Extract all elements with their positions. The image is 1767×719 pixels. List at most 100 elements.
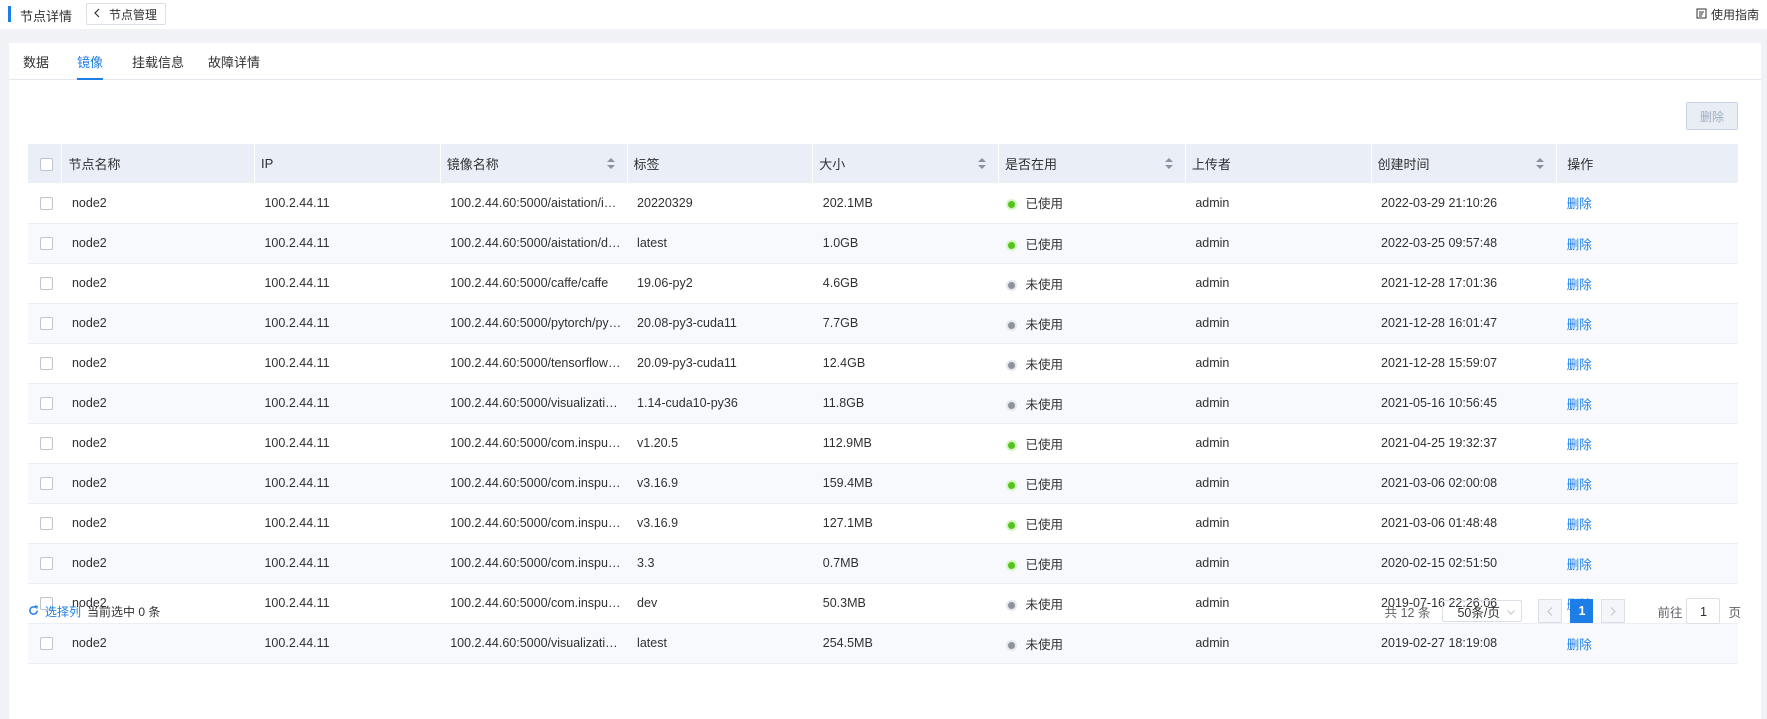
col-size[interactable]: 大小 (812, 144, 999, 183)
back-button-label: 节点管理 (109, 7, 158, 22)
cell-in-use: 已使用 (998, 423, 1185, 463)
row-delete-link[interactable]: 删除 (1567, 318, 1592, 332)
status-text: 未使用 (1025, 357, 1063, 372)
col-in-use[interactable]: 是否在用 (998, 144, 1186, 183)
row-delete-link[interactable]: 删除 (1567, 197, 1592, 211)
batch-delete-button[interactable]: 删除 (1686, 102, 1738, 130)
row-delete-link[interactable]: 删除 (1567, 398, 1592, 412)
cell-in-use: 已使用 (998, 503, 1185, 543)
row-checkbox[interactable] (40, 317, 53, 331)
goto-page-input[interactable] (1686, 598, 1721, 624)
cell-tag: latest (637, 636, 667, 650)
status-text: 已使用 (1025, 557, 1063, 572)
cell-tag: v3.16.9 (637, 476, 679, 490)
row-delete-link[interactable]: 删除 (1567, 278, 1592, 292)
sort-icon[interactable] (1164, 158, 1173, 169)
row-checkbox-cell (28, 263, 62, 303)
page-unit-label: 页 (1728, 605, 1741, 620)
row-checkbox-cell (28, 423, 62, 463)
table-row[interactable]: node2 100.2.44.11 100.2.44.60:5000/caffe/c… (28, 263, 1738, 303)
row-checkbox[interactable] (40, 357, 53, 371)
row-checkbox[interactable] (40, 477, 53, 491)
col-ip: IP (254, 144, 441, 183)
table-row[interactable]: node2 100.2.44.11 100.2.44.60:5000/visuali… (28, 383, 1738, 423)
total-count: 共 12 条 (1384, 605, 1431, 620)
status-text: 已使用 (1025, 437, 1063, 452)
guide-label: 使用指南 (1710, 8, 1759, 22)
tab-data[interactable]: 数据 (23, 52, 49, 80)
table-row[interactable]: node2 100.2.44.11 100.2.44.60:5000/aistati… (28, 223, 1738, 263)
page-size-select[interactable]: 50条/页 (1442, 600, 1523, 622)
guide-link[interactable]: 使用指南 (1696, 6, 1759, 23)
cell-uploader: admin (1195, 516, 1230, 530)
table-row[interactable]: node2 100.2.44.11 100.2.44.60:5000/aistati… (28, 183, 1738, 223)
table-row[interactable]: node2 100.2.44.11 100.2.44.60:5000/com.ins… (28, 423, 1738, 463)
sort-icon[interactable] (977, 158, 986, 169)
cell-size: 1.0GB (822, 236, 859, 250)
main-panel: 数据 镜像 挂载信息 故障详情 删除 节点名称 IP 镜像名称 标签 大小 是否… (9, 43, 1761, 719)
row-checkbox[interactable] (40, 517, 53, 531)
status-text: 未使用 (1025, 597, 1063, 612)
cell-actions: 删除 (1557, 303, 1738, 343)
cell-created: 2021-12-28 15:59:07 (1381, 356, 1498, 370)
row-delete-link[interactable]: 删除 (1567, 558, 1592, 572)
page-number-current[interactable]: 1 (1570, 599, 1594, 623)
row-checkbox[interactable] (40, 397, 53, 411)
col-image-name[interactable]: 镜像名称 (440, 144, 628, 183)
row-delete-link[interactable]: 删除 (1567, 438, 1592, 452)
tab-images[interactable]: 镜像 (77, 52, 104, 80)
title-accent-bar (8, 6, 11, 22)
row-checkbox[interactable] (40, 557, 53, 571)
table-row[interactable]: node2 100.2.44.11 100.2.44.60:5000/visuali… (28, 623, 1738, 663)
cell-ip: 100.2.44.11 (264, 316, 330, 330)
col-created[interactable]: 创建时间 (1371, 144, 1558, 183)
select-columns-link[interactable]: 选择列 (45, 603, 81, 620)
row-checkbox[interactable] (40, 196, 53, 210)
table-row[interactable]: node2 100.2.44.11 100.2.44.60:5000/com.ins… (28, 543, 1738, 583)
cell-actions: 删除 (1557, 263, 1738, 303)
row-delete-link[interactable]: 删除 (1567, 518, 1592, 532)
table-row[interactable]: node2 100.2.44.11 100.2.44.60:5000/tensorf… (28, 343, 1738, 383)
tab-fault-details[interactable]: 故障详情 (208, 52, 260, 80)
cell-uploader: admin (1195, 356, 1230, 370)
row-checkbox[interactable] (40, 237, 53, 251)
back-button[interactable]: 节点管理 (86, 3, 167, 25)
row-delete-link[interactable]: 删除 (1567, 478, 1592, 492)
table-row[interactable]: node2 100.2.44.11 100.2.44.60:5000/com.ins… (28, 463, 1738, 503)
row-delete-link[interactable]: 删除 (1567, 638, 1592, 652)
cell-created: 2021-12-28 17:01:36 (1381, 276, 1498, 290)
cell-size: 4.6GB (822, 276, 859, 290)
sort-icon[interactable] (1536, 158, 1545, 169)
row-checkbox[interactable] (40, 437, 53, 451)
row-delete-link[interactable]: 删除 (1567, 358, 1592, 372)
table-row[interactable]: node2 100.2.44.11 100.2.44.60:5000/pytorch… (28, 303, 1738, 343)
cell-created: 2021-04-25 19:32:37 (1381, 436, 1498, 450)
status-dot-icon (1008, 241, 1016, 249)
row-checkbox-cell (28, 543, 62, 583)
cell-tag: 20220329 (637, 195, 693, 210)
select-all-checkbox[interactable] (40, 158, 53, 172)
cell-created: 2020-02-15 02:51:50 (1381, 556, 1498, 570)
status-text: 未使用 (1025, 317, 1063, 332)
pagination: 共 12 条 50条/页 1 前往 页 (1385, 598, 1741, 624)
col-size-label: 大小 (819, 157, 846, 172)
row-delete-link[interactable]: 删除 (1567, 238, 1592, 252)
table-row[interactable]: node2 100.2.44.11 100.2.44.60:5000/com.ins… (28, 503, 1738, 543)
cell-in-use: 未使用 (998, 583, 1185, 623)
prev-page-button[interactable] (1538, 599, 1563, 623)
next-page-button[interactable] (1601, 599, 1626, 623)
cell-image-name: 100.2.44.60:5000/tensorflow… (450, 356, 621, 370)
refresh-icon[interactable] (28, 604, 39, 619)
cell-ip: 100.2.44.11 (264, 596, 330, 610)
cell-uploader: admin (1195, 636, 1230, 650)
row-checkbox[interactable] (40, 637, 53, 651)
sort-icon[interactable] (606, 158, 615, 169)
row-checkbox-cell (28, 383, 62, 423)
cell-node-name: node2 (71, 236, 107, 250)
tab-mount-info[interactable]: 挂载信息 (132, 52, 184, 80)
row-checkbox[interactable] (40, 277, 53, 291)
cell-created: 2019-02-27 18:19:08 (1381, 636, 1498, 650)
cell-actions: 删除 (1557, 543, 1738, 583)
cell-uploader: admin (1195, 436, 1230, 450)
cell-tag: 20.08-py3-cuda11 (637, 316, 737, 330)
